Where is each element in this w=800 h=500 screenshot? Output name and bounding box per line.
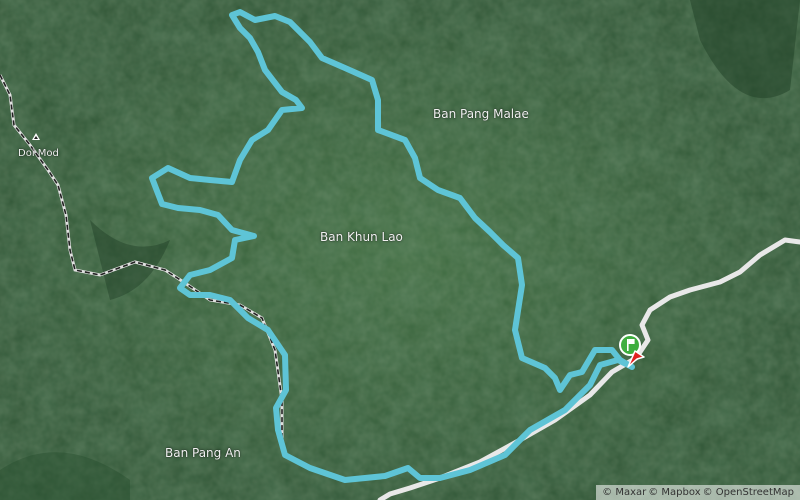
place-label-ban-pang-an: Ban Pang An bbox=[165, 446, 241, 460]
place-label-ban-khun-lao: Ban Khun Lao bbox=[320, 230, 403, 244]
map-view[interactable]: Ban Pang Malae Ban Khun Lao Ban Pang An … bbox=[0, 0, 800, 500]
peak-icon bbox=[32, 133, 40, 140]
satellite-terrain bbox=[0, 0, 800, 500]
attribution-mapbox-link[interactable]: © Mapbox bbox=[648, 485, 700, 500]
end-flag-icon[interactable] bbox=[624, 347, 646, 369]
attribution-maxar-link[interactable]: © Maxar bbox=[602, 485, 646, 500]
map-attribution: © Maxar © Mapbox © OpenStreetMap bbox=[596, 485, 800, 500]
attribution-osm-link[interactable]: © OpenStreetMap bbox=[703, 485, 794, 500]
peak-label-doi-mod: Doi Mod bbox=[18, 148, 59, 159]
place-label-ban-pang-malae: Ban Pang Malae bbox=[433, 107, 529, 121]
